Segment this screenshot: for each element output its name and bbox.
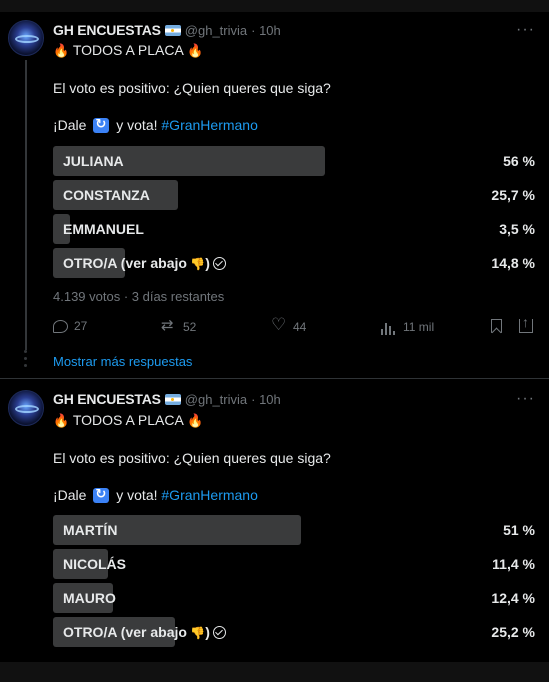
poll-option-percent: 51 %: [503, 522, 535, 538]
avatar[interactable]: [8, 390, 44, 426]
show-more-replies-link[interactable]: Mostrar más respuestas: [53, 354, 192, 369]
hashtag-link[interactable]: #GranHermano: [161, 117, 258, 133]
like-button[interactable]: 44: [271, 315, 307, 335]
hashtag-link[interactable]: #GranHermano: [161, 487, 258, 503]
poll-option[interactable]: CONSTANZA 25,7 %: [53, 180, 539, 210]
reply-count: 27: [74, 319, 88, 333]
poll-option-percent: 11,4 %: [492, 556, 535, 572]
retweet-button[interactable]: 52: [161, 316, 197, 335]
title-text: TODOS A PLACA: [72, 42, 184, 58]
poll-option-text: EMMANUEL: [63, 221, 144, 237]
tweet-header: GH ENCUESTAS @gh_trivia · 10h: [53, 21, 281, 39]
thread-line: [25, 60, 27, 350]
thumbs-down-icon: 👎: [186, 626, 206, 640]
poll-option-text: MAURO: [63, 590, 116, 606]
top-border: [0, 0, 549, 12]
poll-option[interactable]: OTRO/A (ver abajo 👎) 25,2 %: [53, 617, 539, 647]
voted-check-icon: [212, 257, 226, 270]
cta-prefix: ¡Dale: [53, 117, 87, 133]
author-handle[interactable]: @gh_trivia: [185, 392, 247, 407]
like-count: 44: [293, 320, 307, 334]
bottom-border: [0, 662, 549, 682]
poll-option-text: NICOLÁS: [63, 556, 126, 572]
thumbs-down-icon: 👎: [186, 257, 206, 271]
poll: JULIANA 56 % CONSTANZA 25,7 % EMMANUEL 3,5 % O…: [53, 146, 539, 282]
repeat-icon: [93, 116, 110, 133]
fire-icon: 🔥: [53, 413, 70, 428]
argentina-flag-icon: [164, 393, 181, 405]
avatar[interactable]: [8, 20, 44, 56]
poll-option-percent: 3,5 %: [499, 221, 535, 237]
more-options-icon[interactable]: ···: [516, 21, 535, 39]
poll-option-label: JULIANA: [63, 153, 124, 169]
poll-option-text: MARTÍN: [63, 522, 118, 538]
poll-question: El voto es positivo: ¿Quien queres que s…: [53, 80, 331, 96]
timestamp[interactable]: · 10h: [251, 23, 281, 38]
poll-option-percent: 25,2 %: [491, 624, 535, 640]
poll-option[interactable]: NICOLÁS 11,4 %: [53, 549, 539, 579]
author-name[interactable]: GH ENCUESTAS: [53, 22, 161, 38]
retweet-count: 52: [183, 320, 197, 334]
reply-icon: [53, 319, 68, 333]
poll-option[interactable]: EMMANUEL 3,5 %: [53, 214, 539, 244]
poll-option-label: OTRO/A (ver abajo 👎): [63, 624, 226, 640]
poll-option-text: OTRO/A (ver abajo: [63, 624, 187, 640]
author-name[interactable]: GH ENCUESTAS: [53, 391, 161, 407]
divider: [0, 378, 549, 379]
poll-option[interactable]: JULIANA 56 %: [53, 146, 539, 176]
poll-option-text: OTRO/A (ver abajo: [63, 255, 187, 271]
poll-option-suffix: ): [205, 255, 210, 271]
poll-option-label: OTRO/A (ver abajo 👎): [63, 255, 226, 271]
retweet-icon: [161, 316, 177, 335]
tweet-title: 🔥 TODOS A PLACA 🔥: [53, 42, 203, 59]
poll: MARTÍN 51 % NICOLÁS 11,4 % MAURO 12,4 % OTRO/A…: [53, 515, 539, 651]
views-count: 11 mil: [403, 320, 435, 334]
poll-meta: 4.139 votos · 3 días restantes: [53, 289, 225, 304]
timestamp[interactable]: · 10h: [251, 392, 281, 407]
fire-icon: 🔥: [186, 43, 204, 58]
poll-option-label: MAURO: [63, 590, 116, 606]
action-bar: 27 52 44 11 mil: [53, 314, 533, 337]
poll-option-percent: 56 %: [503, 153, 535, 169]
poll-option-label: EMMANUEL: [63, 221, 144, 237]
tweet-header: GH ENCUESTAS @gh_trivia · 10h: [53, 390, 281, 408]
cta-prefix: ¡Dale: [53, 487, 87, 503]
poll-option-label: NICOLÁS: [63, 556, 126, 572]
poll-option[interactable]: OTRO/A (ver abajo 👎) 14,8 %: [53, 248, 539, 278]
poll-option[interactable]: MARTÍN 51 %: [53, 515, 539, 545]
heart-icon: [271, 315, 287, 335]
fire-icon: 🔥: [53, 43, 70, 58]
poll-option-percent: 12,4 %: [491, 590, 535, 606]
poll-option[interactable]: MAURO 12,4 %: [53, 583, 539, 613]
share-button[interactable]: [519, 314, 533, 333]
poll-option-label: CONSTANZA: [63, 187, 150, 203]
poll-option-label: MARTÍN: [63, 522, 117, 538]
poll-question: El voto es positivo: ¿Quien queres que s…: [53, 450, 331, 466]
bookmark-button[interactable]: [491, 319, 502, 333]
thread-dots: [24, 350, 27, 371]
share-icon: [519, 314, 533, 333]
cta-middle: y vota!: [116, 487, 158, 503]
call-to-action: ¡Dale y vota! #GranHermano: [53, 486, 258, 503]
voted-check-icon: [212, 626, 226, 639]
author-handle[interactable]: @gh_trivia: [185, 23, 247, 38]
poll-option-suffix: ): [205, 624, 210, 640]
argentina-flag-icon: [164, 24, 181, 36]
call-to-action: ¡Dale y vota! #GranHermano: [53, 116, 258, 133]
repeat-icon: [93, 486, 110, 503]
views-button[interactable]: 11 mil: [381, 319, 434, 335]
cta-middle: y vota!: [116, 117, 158, 133]
views-icon: [381, 319, 397, 335]
poll-option-percent: 14,8 %: [491, 255, 535, 271]
fire-icon: 🔥: [186, 413, 204, 428]
timeline: GH ENCUESTAS @gh_trivia · 10h ··· 🔥 TODO…: [0, 0, 549, 682]
title-text: TODOS A PLACA: [72, 412, 184, 428]
bookmark-icon: [491, 319, 502, 333]
reply-button[interactable]: 27: [53, 319, 87, 333]
more-options-icon[interactable]: ···: [516, 390, 535, 408]
poll-option-text: JULIANA: [63, 153, 124, 169]
poll-option-text: CONSTANZA: [63, 187, 150, 203]
tweet-title: 🔥 TODOS A PLACA 🔥: [53, 412, 203, 429]
poll-option-percent: 25,7 %: [491, 187, 535, 203]
